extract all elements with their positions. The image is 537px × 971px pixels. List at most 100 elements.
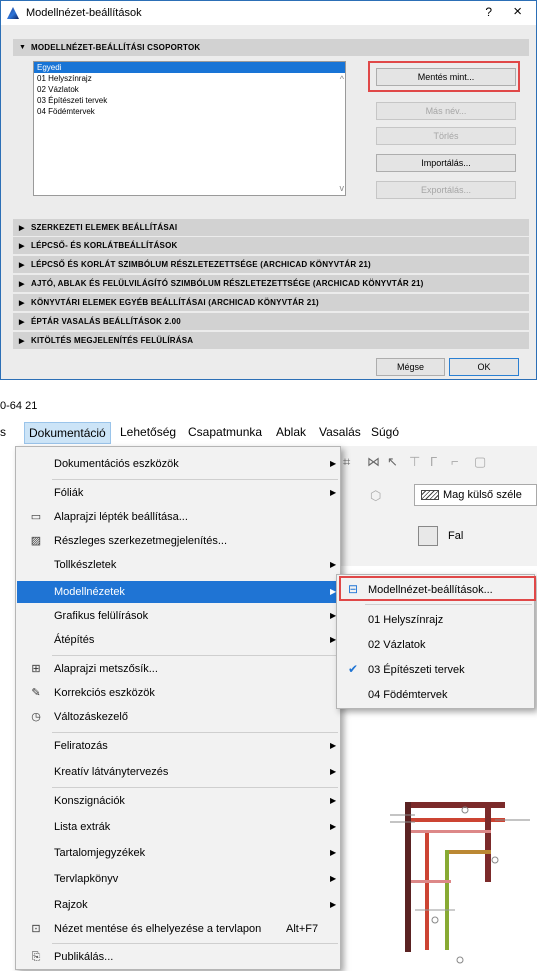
- section-header[interactable]: ▶ AJTÓ, ABLAK ÉS FELÜLVILÁGÍTÓ SZIMBÓLUM …: [13, 275, 529, 292]
- menu-item-model-view[interactable]: ✔ 03 Építészeti tervek: [338, 659, 533, 681]
- list-item[interactable]: Egyedi: [34, 62, 345, 73]
- menu-item-label: Korrekciós eszközök: [54, 687, 155, 699]
- window-title-partial: 0-64 21: [0, 400, 38, 412]
- menu-item-label: Tollkészletek: [54, 559, 117, 571]
- menu-item-schedules[interactable]: Konszignációk ▶: [17, 790, 339, 812]
- menu-item-partial[interactable]: s: [0, 425, 6, 439]
- menu-item-label: Lista extrák: [54, 821, 111, 833]
- tool-icon[interactable]: Γ: [430, 454, 445, 469]
- plan-marker: [431, 916, 439, 924]
- submenu-arrow-icon: ▶: [330, 874, 337, 883]
- menu-item-model-view[interactable]: 01 Helyszínrajz: [338, 609, 533, 631]
- toolbar-area: ⌗ ⋈ ↖ ⊤ Γ ⌐ ▢ ⬡: [340, 446, 537, 566]
- submenu-arrow-icon: ▶: [330, 741, 337, 750]
- menu-item-book[interactable]: Tervlapkönyv ▶: [17, 868, 339, 890]
- menu-item-label: Publikálás...: [54, 951, 114, 963]
- export-button[interactable]: Exportálás...: [376, 181, 516, 199]
- menu-item-graphic-overrides[interactable]: Grafikus felülírások ▶: [17, 605, 339, 627]
- menu-item-partial-structure-display[interactable]: ▨ Részleges szerkezetmegjelenítés...: [17, 530, 339, 552]
- tool-icon[interactable]: ⋈: [367, 454, 382, 469]
- box-icon[interactable]: ⬡: [370, 488, 385, 503]
- chevron-right-icon: ▶: [19, 318, 25, 326]
- menu-item-publish[interactable]: ⎘ Publikálás...: [17, 946, 339, 968]
- help-button[interactable]: ?: [485, 5, 492, 19]
- menu-item-creative-imaging[interactable]: Kreatív látványtervezés ▶: [17, 761, 339, 783]
- tool-icon[interactable]: ⊤: [409, 454, 424, 469]
- menu-ablak[interactable]: Ablak: [276, 425, 306, 439]
- menu-lehetoseg[interactable]: Lehetőség: [120, 425, 176, 439]
- menu-sugo[interactable]: Súgó: [371, 425, 399, 439]
- menu-item-layers[interactable]: Fóliák ▶: [17, 482, 339, 504]
- menu-item-renovation[interactable]: Átépítés ▶: [17, 629, 339, 651]
- ok-button[interactable]: OK: [449, 358, 519, 376]
- menu-item-list-extras[interactable]: Lista extrák ▶: [17, 816, 339, 838]
- menu-item-label: Konszignációk: [54, 795, 125, 807]
- menu-csapatmunka[interactable]: Csapatmunka: [188, 425, 262, 439]
- menu-item-cut-plane[interactable]: ⊞ Alaprajzi metszősík...: [17, 658, 339, 680]
- delete-button[interactable]: Törlés: [376, 127, 516, 145]
- submenu-arrow-icon: ▶: [330, 767, 337, 776]
- menu-item-label: 02 Vázlatok: [368, 639, 426, 651]
- menu-item-label: Részleges szerkezetmegjelenítés...: [54, 535, 228, 547]
- edge-reference-button[interactable]: Mag külső széle: [414, 484, 537, 506]
- section-title: KÖNYVTÁRI ELEMEK EGYÉB BEÁLLÍTÁSAI (ARCH…: [31, 298, 319, 307]
- model-view-list[interactable]: Egyedi 01 Helyszínrajz 02 Vázlatok 03 Ép…: [33, 61, 346, 196]
- menu-item-drawings[interactable]: Rajzok ▶: [17, 894, 339, 916]
- list-item[interactable]: 02 Vázlatok: [34, 84, 345, 95]
- menu-vasalas[interactable]: Vasalás: [319, 425, 361, 439]
- cut-plane-icon: ⊞: [31, 663, 41, 675]
- wall-icon: [418, 526, 438, 546]
- menu-item-change-manager[interactable]: ◷ Változáskezelő: [17, 706, 339, 728]
- menu-dokumentacio[interactable]: Dokumentáció: [24, 422, 111, 444]
- tool-icon[interactable]: ▢: [474, 454, 489, 469]
- section-header[interactable]: ▶ LÉPCSŐ- ÉS KORLÁTBEÁLLÍTÁSOK: [13, 237, 529, 254]
- menu-separator: [365, 604, 532, 605]
- menu-item-label: Grafikus felülírások: [54, 610, 149, 622]
- menu-item-correction-tools[interactable]: ✎ Korrekciós eszközök: [17, 682, 339, 704]
- section-header[interactable]: ▶ KÖNYVTÁRI ELEMEK EGYÉB BEÁLLÍTÁSAI (ARC…: [13, 294, 529, 311]
- menu-item-model-view[interactable]: 04 Födémtervek: [338, 684, 533, 706]
- section-header[interactable]: ▶ KITÖLTÉS MEGJELENÍTÉS FELÜLÍRÁSA: [13, 332, 529, 349]
- menu-item-label: Rajzok: [54, 899, 88, 911]
- menu-separator: [52, 479, 338, 480]
- section-header[interactable]: ▶ SZERKEZETI ELEMEK BEÁLLÍTÁSAI: [13, 219, 529, 236]
- wall-label: Fal: [448, 530, 464, 542]
- section-header[interactable]: ▶ LÉPCSŐ ÉS KORLÁT SZIMBÓLUM RÉSZLETEZETT…: [13, 256, 529, 273]
- shortcut-label: Alt+F7: [286, 923, 319, 935]
- wall-tool-button[interactable]: Fal: [418, 526, 518, 546]
- list-item[interactable]: 04 Födémtervek: [34, 106, 345, 117]
- menu-item-annotation[interactable]: Feliratozás ▶: [17, 735, 339, 757]
- cancel-button[interactable]: Mégse: [376, 358, 445, 376]
- submenu-arrow-icon: ▶: [330, 459, 337, 468]
- save-view-icon: ⊡: [31, 923, 41, 935]
- scroll-up-icon[interactable]: ^: [340, 74, 344, 84]
- section-header-groups[interactable]: ▼ MODELLNÉZET-BEÁLLÍTÁSI CSOPORTOK: [13, 39, 529, 56]
- highlight-box: [339, 576, 536, 601]
- section-title: ÉPTÁR VASALÁS BEÁLLÍTÁSOK 2.00: [31, 317, 181, 326]
- list-item[interactable]: 01 Helyszínrajz: [34, 73, 345, 84]
- close-button[interactable]: ×: [513, 3, 522, 20]
- menu-item-save-view-place-on-layout[interactable]: ⊡ Nézet mentése és elhelyezése a tervlapo…: [17, 918, 339, 940]
- publish-icon: ⎘: [31, 951, 41, 963]
- tool-icon[interactable]: ↖: [387, 454, 402, 469]
- menu-item-floor-plan-scale[interactable]: ▭ Alaprajzi lépték beállítása...: [17, 506, 339, 528]
- list-item[interactable]: 03 Építészeti tervek: [34, 95, 345, 106]
- submenu-arrow-icon: ▶: [330, 488, 337, 497]
- menu-item-model-view[interactable]: 02 Vázlatok: [338, 634, 533, 656]
- menu-item-model-views[interactable]: Modellnézetek ▶: [17, 581, 339, 603]
- tool-icon[interactable]: ⌐: [451, 454, 466, 469]
- menu-item-pen-sets[interactable]: Tollkészletek ▶: [17, 554, 339, 576]
- menu-bar: s Dokumentáció Lehetőség Csapatmunka Abl…: [0, 420, 537, 446]
- menu-item-label: Fóliák: [54, 487, 84, 499]
- archicad-icon: [7, 7, 19, 19]
- menu-item-documentation-tools[interactable]: Dokumentációs eszközök ▶: [17, 453, 339, 475]
- menu-item-indexes[interactable]: Tartalomjegyzékek ▶: [17, 842, 339, 864]
- scale-icon: ▭: [30, 511, 42, 523]
- section-header[interactable]: ▶ ÉPTÁR VASALÁS BEÁLLÍTÁSOK 2.00: [13, 313, 529, 330]
- tool-icon[interactable]: ⌗: [343, 454, 358, 469]
- rename-button[interactable]: Más név...: [376, 102, 516, 120]
- scroll-down-icon[interactable]: v: [340, 183, 345, 193]
- section-title: LÉPCSŐ ÉS KORLÁT SZIMBÓLUM RÉSZLETEZETTS…: [31, 260, 371, 269]
- hatch-swatch-icon: [421, 490, 439, 500]
- import-button[interactable]: Importálás...: [376, 154, 516, 172]
